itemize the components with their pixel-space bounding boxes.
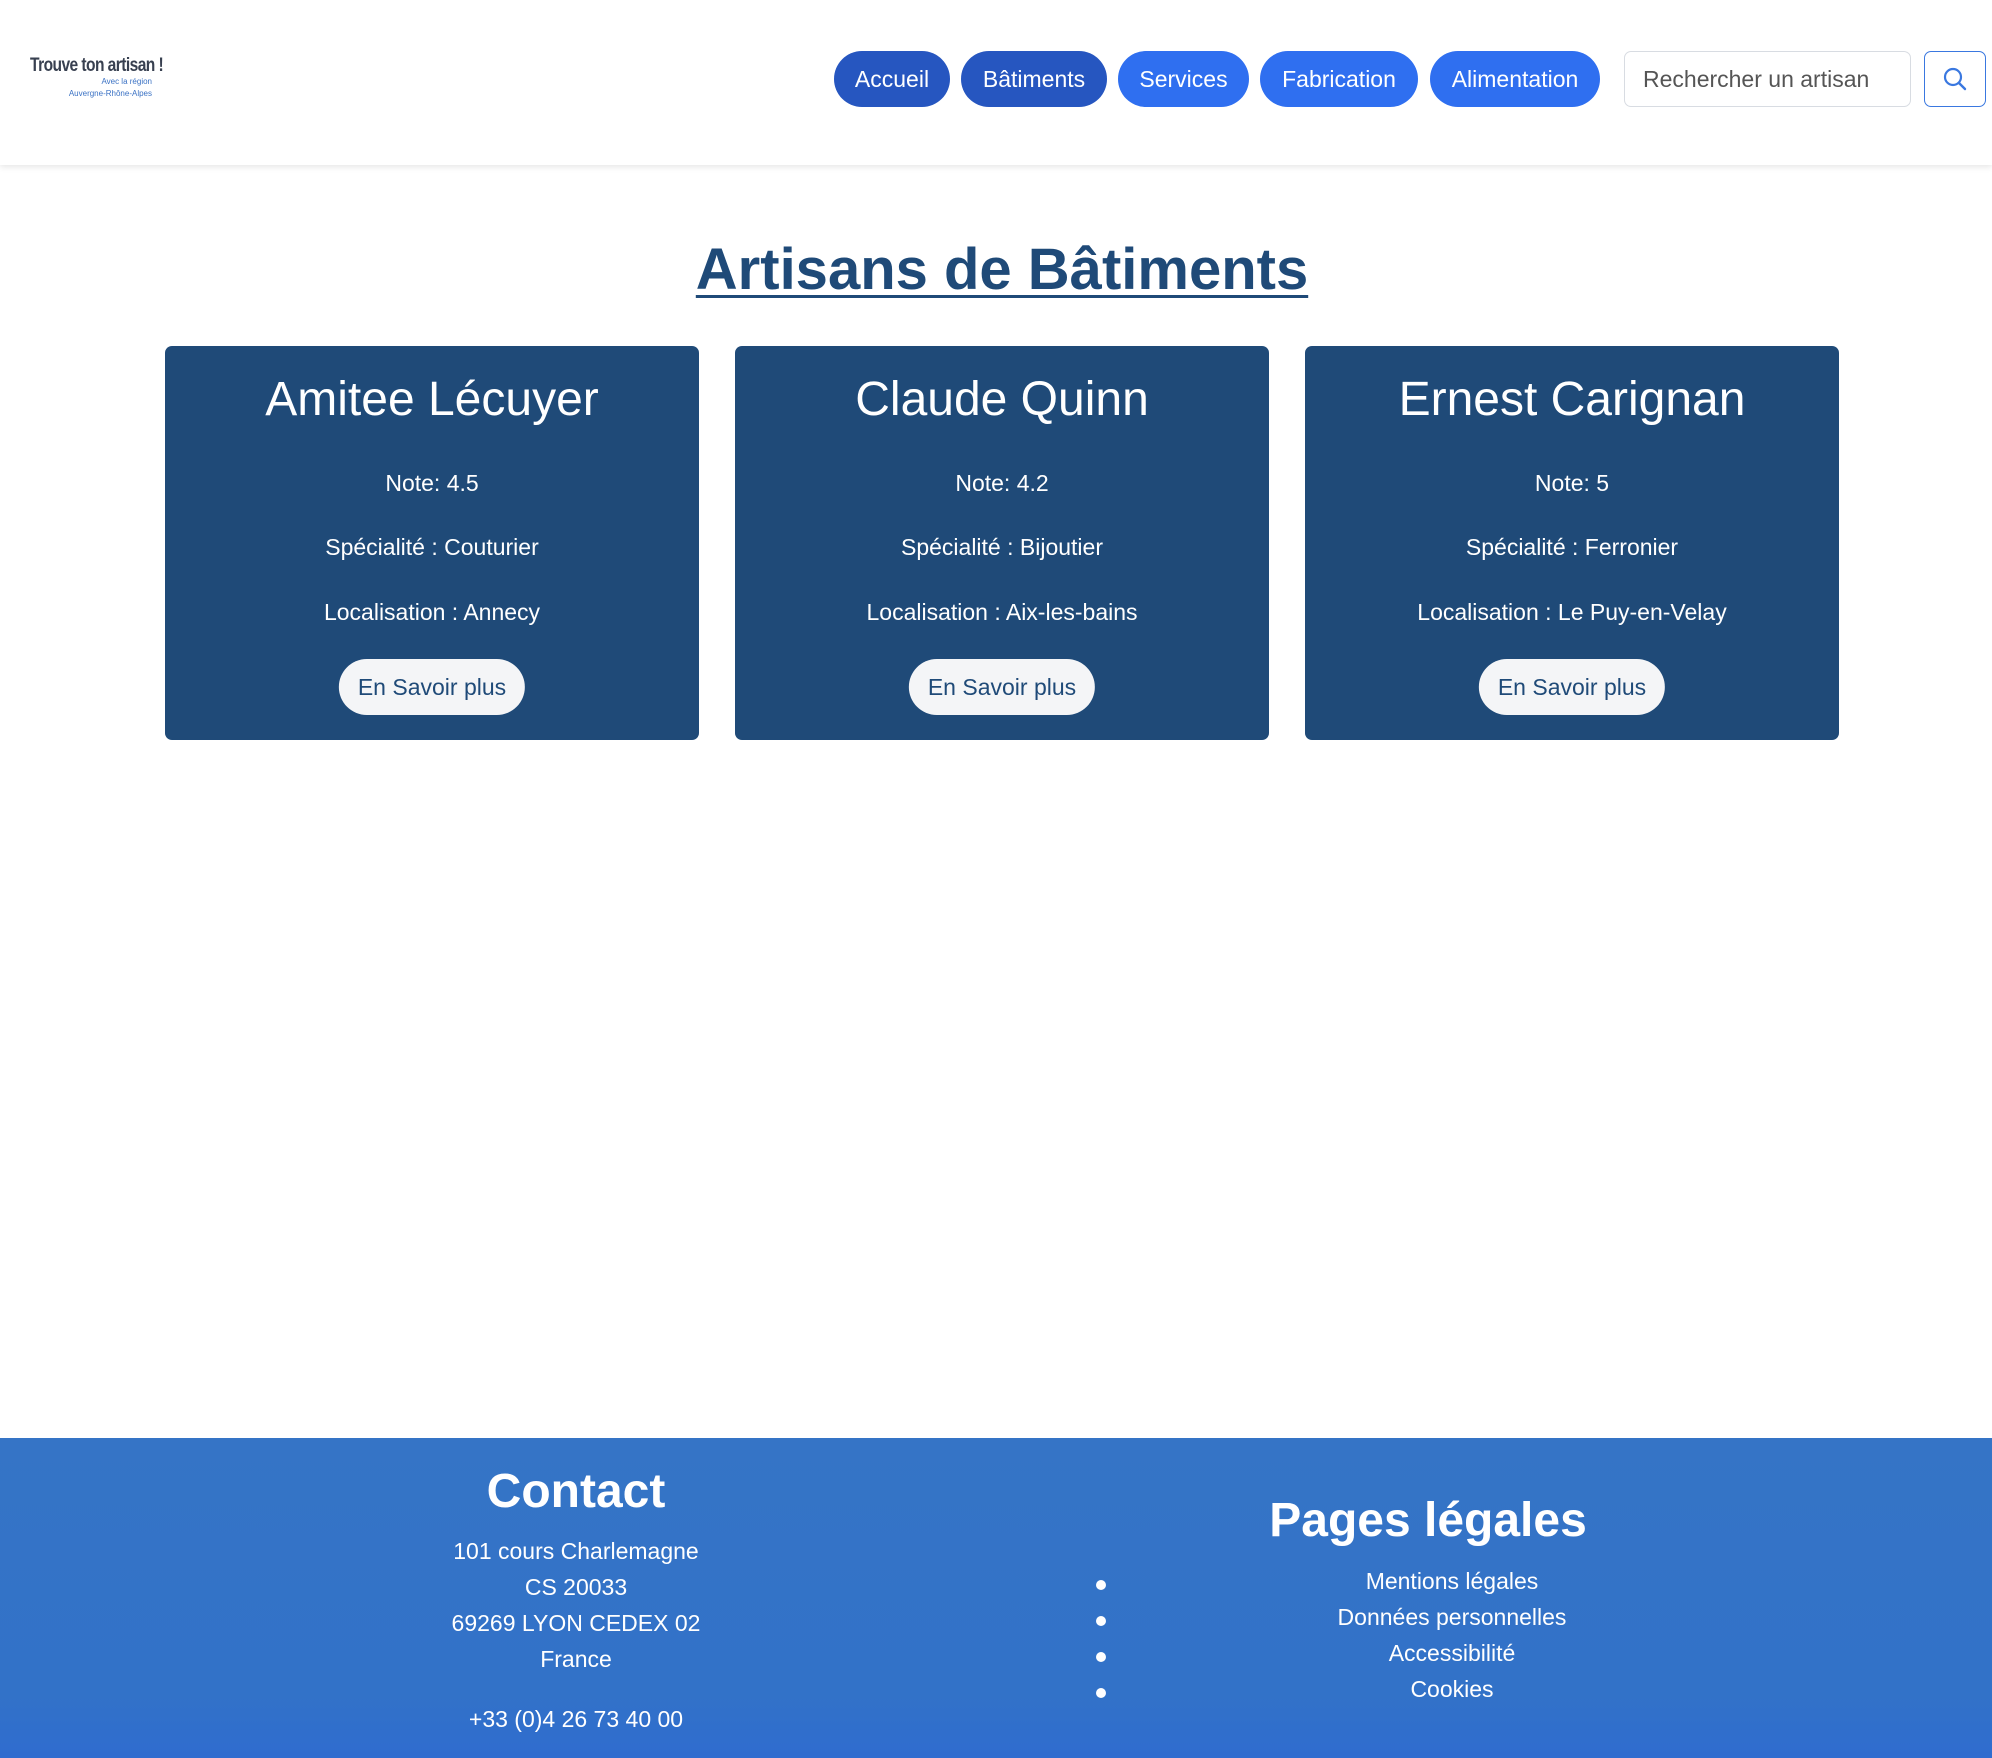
learn-more-button[interactable]: En Savoir plus [908,659,1096,715]
artisan-speciality: Spécialité : Bijoutier [901,534,1103,560]
list-bullet [1096,1580,1106,1590]
search-icon [1943,67,1967,91]
artisan-note: Note: 4.5 [385,470,479,496]
logo-subtitle-1: Avec la région [101,77,152,86]
search-input[interactable] [1624,51,1911,107]
nav-item-fabrication[interactable]: Fabrication [1260,51,1418,107]
contact-title: Contact [486,1465,666,1518]
list-bullet [1096,1688,1106,1698]
search-button[interactable] [1924,51,1986,107]
nav-item-services[interactable]: Services [1118,51,1249,107]
contact-address-line: 101 cours Charlemagne [453,1538,699,1564]
logo-subtitle-2: Auvergne-Rhône-Alpes [68,89,152,98]
legal-link-accessibilite[interactable]: Accessibilité [1252,1640,1652,1667]
artisan-speciality: Spécialité : Couturier [325,534,539,560]
list-bullet [1096,1652,1106,1662]
contact-phone[interactable]: +33 (0)4 26 73 40 00 [376,1706,776,1733]
artisan-location: Localisation : Aix-les-bains [866,599,1138,625]
nav-item-alimentation[interactable]: Alimentation [1430,51,1600,107]
artisan-location: Localisation : Le Puy-en-Velay [1417,599,1727,625]
learn-more-button[interactable]: En Savoir plus [338,659,526,715]
artisan-speciality: Spécialité : Ferronier [1465,534,1679,560]
contact-address-line: CS 20033 [524,1574,628,1600]
list-bullet [1096,1616,1106,1626]
legal-link-cookies[interactable]: Cookies [1252,1676,1652,1703]
contact-address-line: 69269 LYON CEDEX 02 [451,1610,701,1636]
artisan-name: Amitee Lécuyer [265,373,599,426]
site-header: Trouve ton artisan ! Avec la région Auve… [0,0,1992,165]
learn-more-button[interactable]: En Savoir plus [1478,659,1666,715]
artisan-card: Ernest Carignan Note: 5 Spécialité : Fer… [1305,346,1839,740]
legal-link-donnees[interactable]: Données personnelles [1252,1604,1652,1631]
artisan-note: Note: 5 [1534,470,1610,496]
contact-address-line: France [540,1646,612,1672]
nav-item-batiments[interactable]: Bâtiments [961,51,1107,107]
artisan-card: Claude Quinn Note: 4.2 Spécialité : Bijo… [735,346,1269,740]
site-footer: Contact 101 cours Charlemagne CS 20033 6… [0,1438,1992,1758]
artisan-note: Note: 4.2 [955,470,1049,496]
logo-title: Trouve ton artisan ! [30,55,164,76]
legal-title: Pages légales [1269,1494,1587,1547]
artisan-name: Ernest Carignan [1398,373,1746,426]
legal-link-mentions[interactable]: Mentions légales [1252,1568,1652,1595]
page-title: Artisans de Bâtiments [695,237,1309,302]
site-logo[interactable]: Trouve ton artisan ! Avec la région Auve… [30,55,164,105]
nav-item-accueil[interactable]: Accueil [834,51,950,107]
artisan-name: Claude Quinn [855,373,1149,426]
artisan-card: Amitee Lécuyer Note: 4.5 Spécialité : Co… [165,346,699,740]
artisan-location: Localisation : Annecy [323,599,541,625]
